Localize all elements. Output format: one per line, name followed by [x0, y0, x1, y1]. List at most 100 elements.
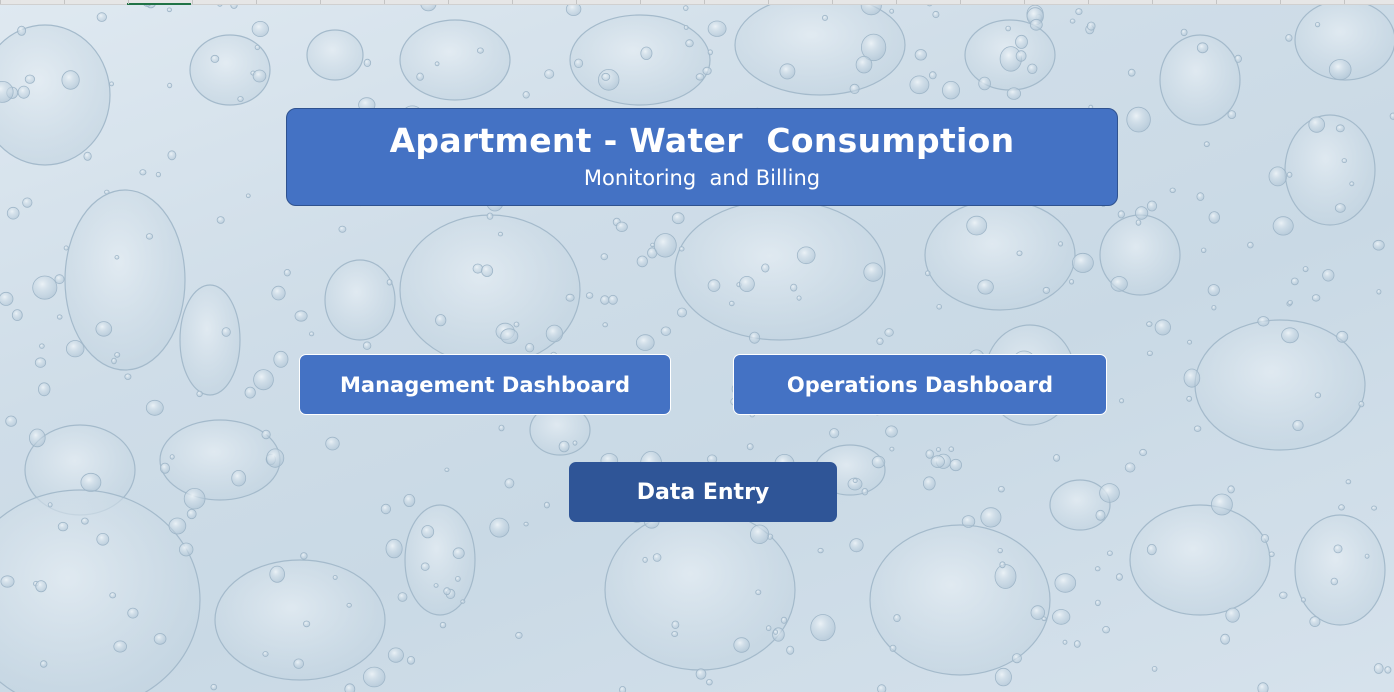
- droplet: [1338, 504, 1345, 511]
- column-divider: [1216, 0, 1217, 4]
- droplet: [889, 644, 897, 652]
- droplet: [460, 599, 466, 604]
- droplet: [615, 221, 628, 233]
- droplet: [444, 467, 450, 472]
- droplet: [245, 193, 251, 199]
- column-divider: [320, 0, 321, 4]
- droplet: [994, 564, 1017, 589]
- selected-column-indicator: [127, 0, 191, 5]
- droplet: [600, 295, 610, 305]
- droplet: [706, 679, 713, 686]
- droplet: [1341, 158, 1347, 164]
- droplet: [1335, 124, 1345, 133]
- droplet: [1011, 653, 1022, 664]
- droplet: [1208, 211, 1221, 224]
- droplet: [1016, 250, 1023, 257]
- droplet: [608, 294, 618, 305]
- droplet: [863, 262, 883, 282]
- management-dashboard-button[interactable]: Management Dashboard: [299, 354, 671, 415]
- droplet: [565, 293, 575, 302]
- droplet: [111, 357, 117, 365]
- droplet: [1371, 505, 1377, 511]
- droplet: [822, 14, 829, 21]
- droplet: [6, 206, 20, 220]
- droplet: [1372, 239, 1385, 251]
- droplet: [733, 637, 750, 653]
- droplet: [1328, 59, 1352, 81]
- droplet: [543, 501, 550, 509]
- droplet: [932, 10, 940, 19]
- droplet: [362, 341, 372, 350]
- droplet: [1180, 28, 1188, 37]
- data-entry-button[interactable]: Data Entry: [569, 462, 837, 522]
- column-divider: [832, 0, 833, 4]
- droplet: [893, 614, 901, 623]
- droplet: [54, 274, 65, 285]
- droplet: [652, 553, 662, 562]
- droplet: [1358, 400, 1365, 408]
- droplet: [1330, 577, 1338, 586]
- column-divider: [640, 0, 641, 4]
- droplet: [877, 684, 887, 692]
- droplet: [1146, 321, 1153, 327]
- droplet: [421, 525, 435, 539]
- droplet: [1073, 640, 1081, 648]
- dashboard-sheet: Apartment - Water Consumption Monitoring…: [0, 0, 1394, 692]
- droplet: [443, 587, 451, 596]
- droplet: [346, 602, 352, 608]
- droplet: [294, 310, 308, 322]
- droplet: [925, 270, 931, 277]
- droplet: [253, 369, 274, 391]
- droplet: [683, 5, 689, 11]
- droplet: [1115, 573, 1123, 581]
- column-divider: [1088, 0, 1089, 4]
- droplet: [1364, 553, 1370, 559]
- droplet: [266, 448, 285, 468]
- droplet: [1029, 18, 1043, 31]
- droplet: [1005, 25, 1011, 32]
- app-title: Apartment - Water Consumption: [389, 121, 1015, 160]
- droplet: [63, 245, 69, 251]
- column-divider: [448, 0, 449, 4]
- operations-dashboard-button[interactable]: Operations Dashboard: [733, 354, 1107, 415]
- droplet: [0, 575, 15, 588]
- droplet: [636, 255, 648, 268]
- droplet: [1302, 266, 1309, 273]
- droplet: [1154, 319, 1171, 336]
- droplet: [127, 607, 139, 619]
- droplet: [32, 275, 58, 300]
- droplet: [997, 547, 1003, 554]
- droplet: [998, 486, 1005, 493]
- column-divider: [384, 0, 385, 4]
- droplet: [481, 264, 494, 277]
- column-divider: [1344, 0, 1345, 4]
- droplet: [1015, 50, 1027, 62]
- droplet: [1322, 269, 1335, 282]
- droplet: [1211, 305, 1217, 311]
- app-subtitle: Monitoring and Billing: [583, 166, 821, 190]
- droplet: [216, 216, 225, 224]
- droplet: [1211, 493, 1233, 516]
- column-divider: [64, 0, 65, 4]
- droplet: [545, 324, 564, 343]
- droplet: [169, 454, 175, 460]
- droplet: [261, 429, 271, 440]
- droplet: [1247, 241, 1254, 249]
- droplet: [497, 231, 504, 237]
- droplet: [124, 373, 132, 380]
- droplet: [500, 328, 519, 344]
- droplet: [1268, 551, 1275, 558]
- droplet: [1146, 543, 1157, 556]
- column-divider: [960, 0, 961, 4]
- droplet: [155, 171, 161, 178]
- droplet: [210, 54, 220, 63]
- droplet: [1315, 21, 1321, 28]
- droplet: [914, 49, 927, 61]
- droplet: [81, 517, 89, 525]
- droplet: [262, 651, 269, 657]
- droplet: [5, 415, 17, 427]
- droplet: [928, 71, 937, 80]
- droplet: [1260, 534, 1270, 543]
- droplet: [1110, 276, 1128, 292]
- droplet: [871, 455, 886, 469]
